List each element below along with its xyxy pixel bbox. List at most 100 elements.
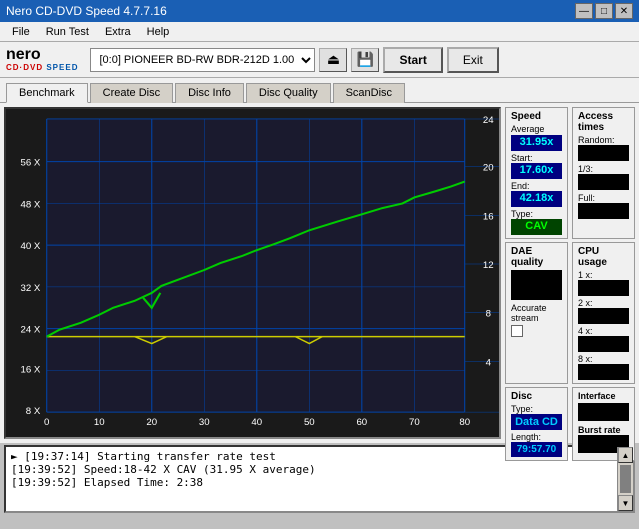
svg-text:20: 20 (483, 163, 494, 173)
svg-text:50: 50 (304, 417, 315, 427)
interface-value (578, 403, 629, 421)
dae-title: DAE quality (511, 246, 562, 268)
8x-label: 8 x: (578, 354, 629, 364)
dae-cpu-row: DAE quality Accurate stream CPU usage 1 … (505, 242, 635, 384)
svg-text:16 X: 16 X (20, 365, 40, 375)
maximize-button[interactable]: □ (595, 3, 613, 19)
tabs-bar: Benchmark Create Disc Disc Info Disc Qua… (0, 78, 639, 103)
menu-runtest[interactable]: Run Test (38, 24, 97, 40)
svg-text:8: 8 (486, 309, 491, 319)
end-label: End: (511, 181, 562, 191)
cpu-title: CPU usage (578, 246, 629, 268)
svg-text:24: 24 (483, 115, 494, 125)
svg-text:32 X: 32 X (20, 283, 40, 293)
svg-text:12: 12 (483, 260, 494, 270)
full-label: Full: (578, 193, 629, 203)
log-scrollbar: ▲ ▼ (617, 447, 633, 511)
log-line-1: ► [19:37:14] Starting transfer rate test (11, 450, 612, 463)
log-content: ► [19:37:14] Starting transfer rate test… (6, 447, 617, 511)
save-icon-button[interactable]: 💾 (351, 48, 379, 72)
scroll-up-button[interactable]: ▲ (618, 447, 633, 463)
log-line-3: [19:39:52] Elapsed Time: 2:38 (11, 476, 612, 489)
average-label: Average (511, 124, 562, 134)
toolbar: nero CD·DVD SPEED [0:0] PIONEER BD-RW BD… (0, 42, 639, 78)
svg-text:0: 0 (44, 417, 49, 427)
accurate-stream-row (511, 325, 562, 337)
burst-label: Burst rate (578, 425, 629, 435)
disc-type-label: Type: (511, 404, 562, 414)
nero-logo: nero CD·DVD SPEED (6, 47, 78, 72)
disc-type-value: Data CD (511, 414, 562, 430)
end-value: 42.18x (511, 191, 562, 207)
nero-logo-text: nero (6, 47, 41, 63)
svg-text:80: 80 (459, 417, 470, 427)
chart-area: 56 X 48 X 40 X 32 X 24 X 16 X 8 X 0 10 2… (4, 107, 501, 439)
random-value (578, 145, 629, 161)
1x-label: 1 x: (578, 270, 629, 280)
8x-value (578, 364, 629, 380)
random-label: Random: (578, 135, 629, 145)
eject-icon-button[interactable]: ⏏ (319, 48, 347, 72)
titlebar-title: Nero CD-DVD Speed 4.7.7.16 (6, 4, 167, 18)
start-button[interactable]: Start (383, 47, 442, 73)
svg-text:30: 30 (199, 417, 210, 427)
average-value: 31.95x (511, 135, 562, 151)
svg-text:56 X: 56 X (20, 158, 40, 168)
access-times-panel: Access times Random: 1/3: Full: (572, 107, 635, 239)
tab-disc-quality[interactable]: Disc Quality (246, 83, 331, 103)
menubar: File Run Test Extra Help (0, 22, 639, 42)
log-line-2: [19:39:52] Speed:18-42 X CAV (31.95 X av… (11, 463, 612, 476)
svg-text:60: 60 (356, 417, 367, 427)
4x-label: 4 x: (578, 326, 629, 336)
access-title: Access times (578, 111, 629, 133)
drive-selector[interactable]: [0:0] PIONEER BD-RW BDR-212D 1.00 (90, 48, 315, 72)
nero-logo-subtitle: CD·DVD SPEED (6, 63, 78, 72)
full-value (578, 203, 629, 219)
tab-scan-disc[interactable]: ScanDisc (333, 83, 405, 103)
svg-text:16: 16 (483, 212, 494, 222)
speed-panel: Speed Average 31.95x Start: 17.60x End: … (505, 107, 568, 239)
svg-text:24 X: 24 X (20, 325, 40, 335)
dae-panel: DAE quality Accurate stream (505, 242, 568, 384)
scroll-down-button[interactable]: ▼ (618, 495, 633, 511)
tab-benchmark[interactable]: Benchmark (6, 83, 88, 103)
menu-file[interactable]: File (4, 24, 38, 40)
speed-title: Speed (511, 111, 562, 122)
2x-label: 2 x: (578, 298, 629, 308)
1x-value (578, 280, 629, 296)
speed-access-row: Speed Average 31.95x Start: 17.60x End: … (505, 107, 635, 239)
minimize-button[interactable]: — (575, 3, 593, 19)
close-button[interactable]: ✕ (615, 3, 633, 19)
right-panel: Speed Average 31.95x Start: 17.60x End: … (505, 107, 635, 439)
tab-disc-info[interactable]: Disc Info (175, 83, 244, 103)
svg-text:10: 10 (94, 417, 105, 427)
menu-help[interactable]: Help (139, 24, 178, 40)
4x-value (578, 336, 629, 352)
svg-text:48 X: 48 X (20, 200, 40, 210)
svg-text:70: 70 (409, 417, 420, 427)
scroll-thumb[interactable] (620, 465, 631, 493)
dae-value (511, 270, 562, 300)
menu-extra[interactable]: Extra (97, 24, 139, 40)
cpu-panel: CPU usage 1 x: 2 x: 4 x: 8 x: (572, 242, 635, 384)
stream-label: stream (511, 313, 562, 323)
benchmark-chart: 56 X 48 X 40 X 32 X 24 X 16 X 8 X 0 10 2… (6, 109, 499, 437)
disc-length-label: Length: (511, 432, 562, 442)
2x-value (578, 308, 629, 324)
svg-text:4: 4 (486, 358, 491, 368)
titlebar-controls: — □ ✕ (575, 3, 633, 19)
svg-text:8 X: 8 X (26, 406, 40, 416)
start-label: Start: (511, 153, 562, 163)
one-third-value (578, 174, 629, 190)
tab-create-disc[interactable]: Create Disc (90, 83, 173, 103)
svg-text:40 X: 40 X (20, 241, 40, 251)
type-label: Type: (511, 209, 562, 219)
accurate-stream-checkbox[interactable] (511, 325, 523, 337)
one-third-label: 1/3: (578, 164, 629, 174)
log-area: ► [19:37:14] Starting transfer rate test… (4, 445, 635, 513)
titlebar: Nero CD-DVD Speed 4.7.7.16 — □ ✕ (0, 0, 639, 22)
exit-button[interactable]: Exit (447, 47, 499, 73)
svg-text:20: 20 (146, 417, 157, 427)
disc-title: Disc (511, 391, 562, 402)
accurate-label: Accurate (511, 303, 562, 313)
